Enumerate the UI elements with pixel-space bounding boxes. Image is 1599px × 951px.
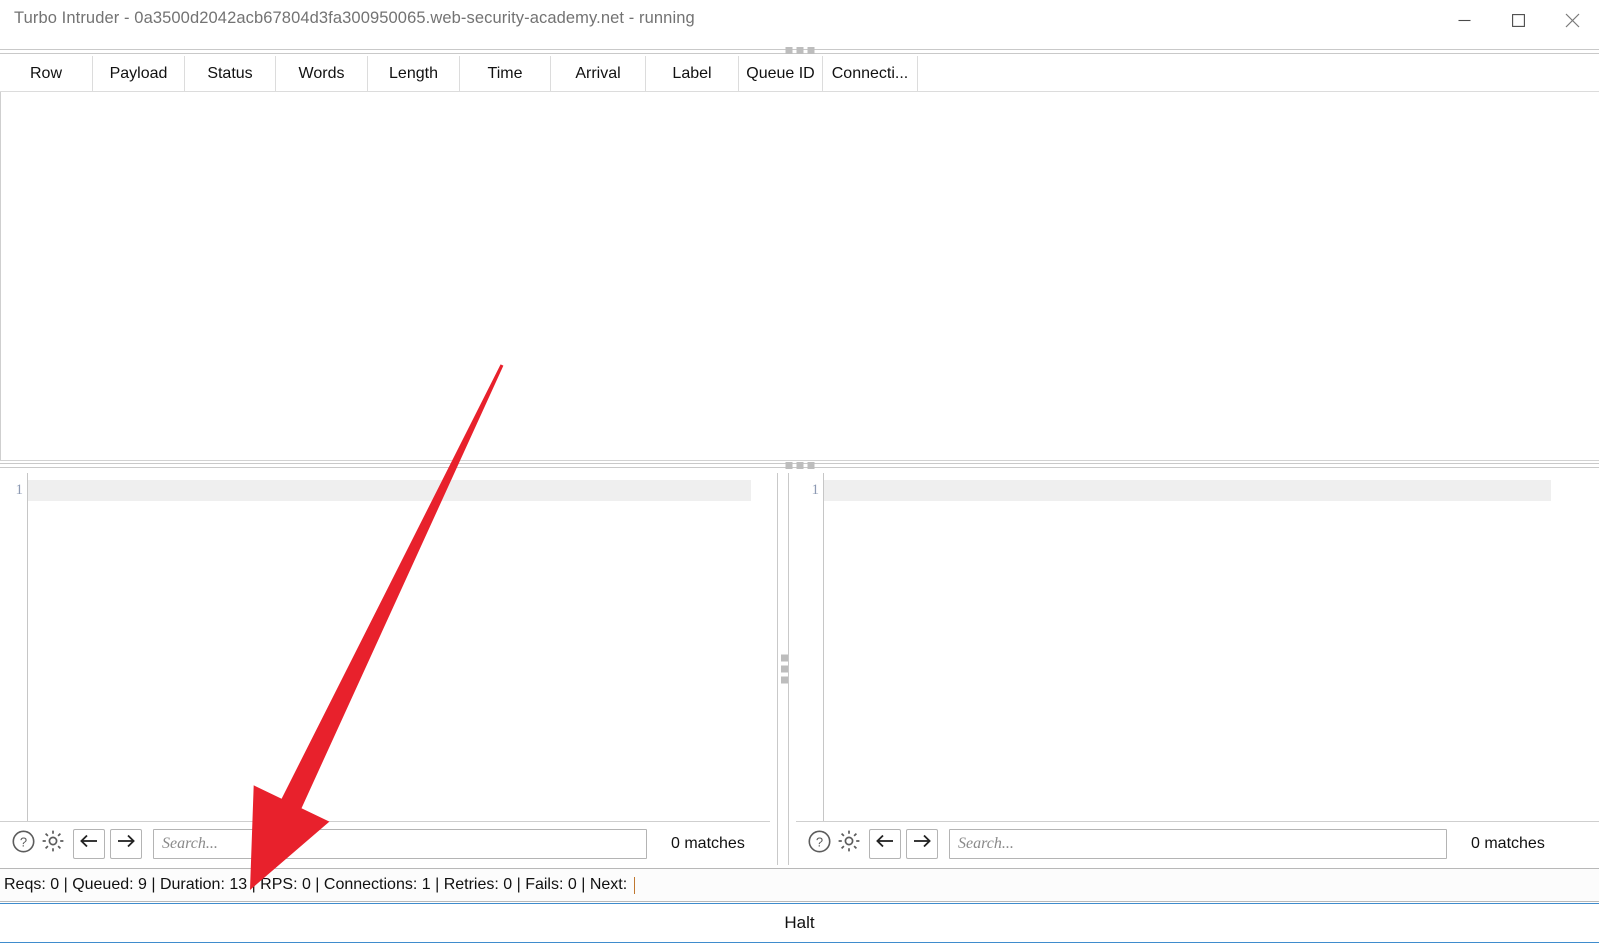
close-button[interactable] (1545, 0, 1599, 40)
request-code-area[interactable]: 1 (0, 473, 770, 821)
splitter-grip-icon[interactable] (785, 47, 814, 54)
splitter-grip-icon[interactable] (781, 654, 788, 684)
minimize-button[interactable] (1437, 0, 1491, 40)
svg-text:?: ? (815, 834, 822, 849)
table-column-header-label: Time (487, 65, 523, 82)
table-column-header-label: Length (389, 65, 438, 82)
code-line[interactable] (28, 480, 751, 501)
results-table-header: Row Payload Status Words Length Time Arrival La… (0, 56, 1599, 92)
gear-icon (41, 829, 65, 858)
request-search-next-button[interactable] (110, 828, 142, 859)
results-table-body[interactable] (0, 92, 1599, 460)
window-bottom-edge (0, 944, 1599, 951)
table-column-header[interactable]: Payload (93, 56, 185, 92)
response-code-lines[interactable] (824, 473, 1599, 821)
request-search-prev-button[interactable] (73, 828, 105, 859)
arrow-left-icon (79, 832, 99, 855)
table-column-header[interactable]: Queue ID (739, 56, 823, 92)
title-bar: Turbo Intruder - 0a3500d2042acb67804d3fa… (0, 0, 1599, 40)
table-column-header-label: Queue ID (746, 65, 815, 82)
question-circle-icon: ? (12, 830, 35, 858)
editors-region: 1 ? Search... 0 matches 1 ? Search... 0 … (0, 473, 1599, 865)
splitter-middle[interactable] (0, 461, 1599, 473)
response-search-next-button[interactable] (906, 828, 938, 859)
table-column-header-label: Arrival (575, 65, 621, 82)
response-code-area[interactable]: 1 (796, 473, 1599, 821)
arrow-left-icon (875, 832, 895, 855)
response-search-input[interactable] (949, 828, 1447, 859)
table-column-header[interactable]: Time (460, 56, 551, 92)
code-line[interactable] (824, 480, 1551, 501)
response-help-button[interactable]: ? (804, 829, 834, 859)
arrow-right-icon (116, 832, 136, 855)
response-search-prev-button[interactable] (869, 828, 901, 859)
request-editor-pane: 1 ? Search... 0 matches (0, 473, 770, 865)
splitter-line (788, 473, 789, 865)
question-circle-icon: ? (808, 830, 831, 858)
splitter-vertical[interactable] (770, 473, 796, 865)
table-column-header[interactable]: Arrival (551, 56, 646, 92)
window-controls (1437, 0, 1599, 40)
response-editor-toolbar: ? Search... 0 matches (796, 821, 1599, 865)
close-icon (1565, 13, 1580, 28)
table-column-header[interactable]: Row (0, 56, 93, 92)
table-column-header-label: Row (29, 65, 62, 82)
table-column-header-label: Label (672, 65, 712, 82)
status-bar: Reqs: 0 | Queued: 9 | Duration: 13 | RPS… (0, 868, 1599, 902)
request-code-lines[interactable] (28, 473, 770, 821)
response-gutter: 1 (796, 473, 824, 821)
arrow-right-icon (912, 832, 932, 855)
table-column-header-label: Payload (109, 65, 168, 82)
request-search-input[interactable] (153, 828, 647, 859)
request-gutter: 1 (0, 473, 28, 821)
table-column-header[interactable]: Connecti... (823, 56, 918, 92)
table-column-header[interactable]: Words (276, 56, 368, 92)
request-matches-label: 0 matches (671, 834, 745, 852)
request-help-button[interactable]: ? (8, 829, 38, 859)
line-number: 1 (15, 482, 24, 498)
table-column-header-label: Status (207, 65, 253, 82)
minimize-icon (1458, 14, 1471, 27)
maximize-icon (1511, 13, 1525, 27)
svg-text:?: ? (19, 834, 26, 849)
response-matches-label: 0 matches (1471, 834, 1545, 852)
splitter-grip-icon[interactable] (785, 462, 814, 469)
splitter-top[interactable] (0, 40, 1599, 56)
request-editor-toolbar: ? Search... 0 matches (0, 821, 770, 865)
response-settings-button[interactable] (834, 829, 864, 859)
table-column-header-label: Connecti... (831, 65, 909, 82)
line-number: 1 (811, 482, 820, 498)
table-header-filler (918, 56, 1599, 92)
status-bar-text: Reqs: 0 | Queued: 9 | Duration: 13 | RPS… (4, 876, 628, 893)
table-column-header[interactable]: Status (185, 56, 276, 92)
window-title: Turbo Intruder - 0a3500d2042acb67804d3fa… (14, 9, 695, 27)
response-editor-pane: 1 ? Search... 0 matches (796, 473, 1599, 865)
turbo-intruder-window: ▪ ▫ ▫ Turbo Intruder - 0a3500d2042acb678… (0, 0, 1599, 951)
table-column-header-label: Words (298, 65, 345, 82)
gear-icon (837, 829, 861, 858)
halt-button[interactable]: Halt (0, 903, 1599, 943)
table-column-header[interactable]: Label (646, 56, 739, 92)
splitter-line (777, 473, 778, 865)
request-settings-button[interactable] (38, 829, 68, 859)
status-caret (634, 876, 636, 894)
table-column-header[interactable]: Length (368, 56, 460, 92)
halt-button-label: Halt (784, 913, 815, 932)
maximize-button[interactable] (1491, 0, 1545, 40)
results-table-panel: Row Payload Status Words Length Time Arrival La… (0, 56, 1599, 461)
